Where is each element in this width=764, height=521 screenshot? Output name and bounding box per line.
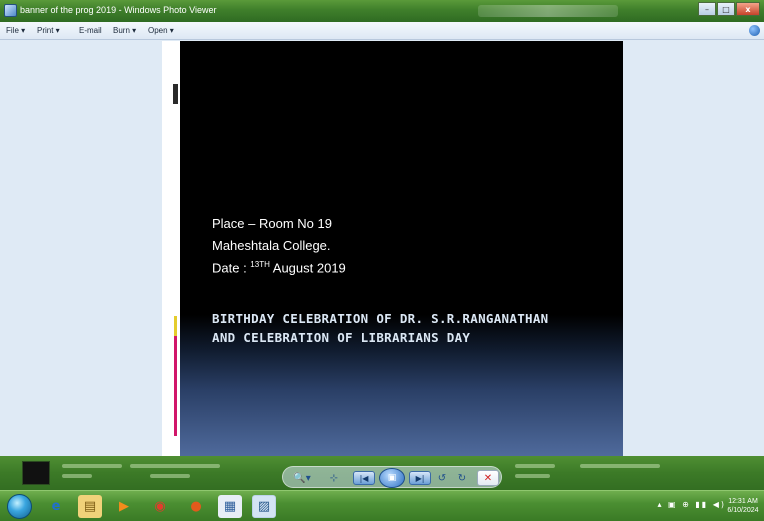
headline-line-1: BIRTHDAY CELEBRATION OF DR. S.R.RANGANAT… (212, 311, 549, 326)
zoom-button[interactable]: 🔍▾ (293, 469, 311, 487)
slideshow-button[interactable]: ▣ (379, 468, 405, 488)
menu-bar: File ▾ Print ▾ E-mail Burn ▾ Open ▾ (0, 22, 764, 40)
date-prefix: Date : (212, 260, 251, 276)
photo-viewer-app-icon (4, 4, 17, 17)
title-bar: banner of the prog 2019 - Windows Photo … (0, 0, 764, 22)
start-button[interactable] (7, 494, 32, 519)
firefox-icon[interactable]: ● (184, 495, 208, 518)
folder-icon[interactable]: ▤ (78, 495, 102, 518)
date-rest: August 2019 (269, 260, 346, 276)
date-day: 13 (250, 260, 260, 269)
rotate-counterclockwise-button[interactable]: ↺ (433, 469, 451, 487)
taskbar-clock[interactable]: 12:31 AM 6/10/2024 (726, 497, 760, 515)
slide-accent-bar-yellow (174, 316, 177, 336)
previous-button[interactable]: |◀ (353, 471, 375, 485)
menu-file[interactable]: File ▾ (6, 26, 25, 35)
image-view-area: Place – Room No 19 Maheshtala College. D… (0, 41, 764, 456)
blurred-detail-text (130, 464, 220, 468)
headline-line-2: AND CELEBRATION OF LIBRARIANS DAY (212, 330, 471, 345)
menu-email[interactable]: E-mail (79, 26, 102, 35)
document-icon[interactable]: ▦ (218, 495, 242, 518)
date-ordinal: TH (259, 260, 270, 269)
slide-college-text: Maheshtala College. (212, 238, 331, 253)
menu-print[interactable]: Print ▾ (37, 26, 60, 35)
chrome-icon[interactable]: ◉ (148, 495, 172, 518)
close-button[interactable]: x (736, 2, 760, 16)
clock-time: 12:31 AM (728, 498, 758, 505)
slide-headline: BIRTHDAY CELEBRATION OF DR. S.R.RANGANAT… (212, 309, 549, 347)
window-title: banner of the prog 2019 - Windows Photo … (20, 5, 217, 15)
photo-viewer-taskbar-icon[interactable]: ▨ (252, 495, 276, 518)
image-thumbnail (22, 461, 50, 485)
slide-place-text: Place – Room No 19 (212, 216, 332, 231)
slide-date-text: Date : 13TH August 2019 (212, 260, 346, 275)
slide-accent-bar-magenta (174, 336, 177, 436)
title-bar-blurred-overlay (478, 5, 618, 17)
playback-controls: 🔍▾ ⊹ |◀ ▣ ▶| ↺ ↻ ✕ (282, 466, 502, 488)
banner-slide-image: Place – Room No 19 Maheshtala College. D… (180, 41, 623, 456)
next-button[interactable]: ▶| (409, 471, 431, 485)
blurred-detail-text (62, 464, 122, 468)
blurred-detail-text (580, 464, 660, 468)
blurred-detail-text (515, 474, 550, 478)
minimize-button[interactable]: – (698, 2, 716, 16)
system-tray-icons[interactable]: ▴ ▣ ⊕ ▮▮ ◀) (657, 500, 726, 509)
clock-date: 6/10/2024 (727, 507, 759, 514)
rotate-clockwise-button[interactable]: ↻ (453, 469, 471, 487)
blurred-detail-text (62, 474, 92, 478)
slide-left-mark (173, 84, 178, 104)
menu-open[interactable]: Open ▾ (148, 26, 174, 35)
blurred-detail-text (515, 464, 555, 468)
menu-burn[interactable]: Burn ▾ (113, 26, 136, 35)
taskbar: e ▤ ▶ ◉ ● ▦ ▨ ▴ ▣ ⊕ ▮▮ ◀) 12:31 AM 6/10/… (0, 490, 764, 521)
help-icon[interactable] (749, 25, 760, 36)
media-player-icon[interactable]: ▶ (112, 495, 136, 518)
internet-explorer-icon[interactable]: e (44, 495, 68, 518)
window-controls: – □ x (697, 2, 760, 16)
actual-size-button[interactable]: ⊹ (325, 469, 343, 487)
delete-button[interactable]: ✕ (477, 470, 499, 486)
blurred-detail-text (150, 474, 190, 478)
maximize-button[interactable]: □ (717, 2, 735, 16)
